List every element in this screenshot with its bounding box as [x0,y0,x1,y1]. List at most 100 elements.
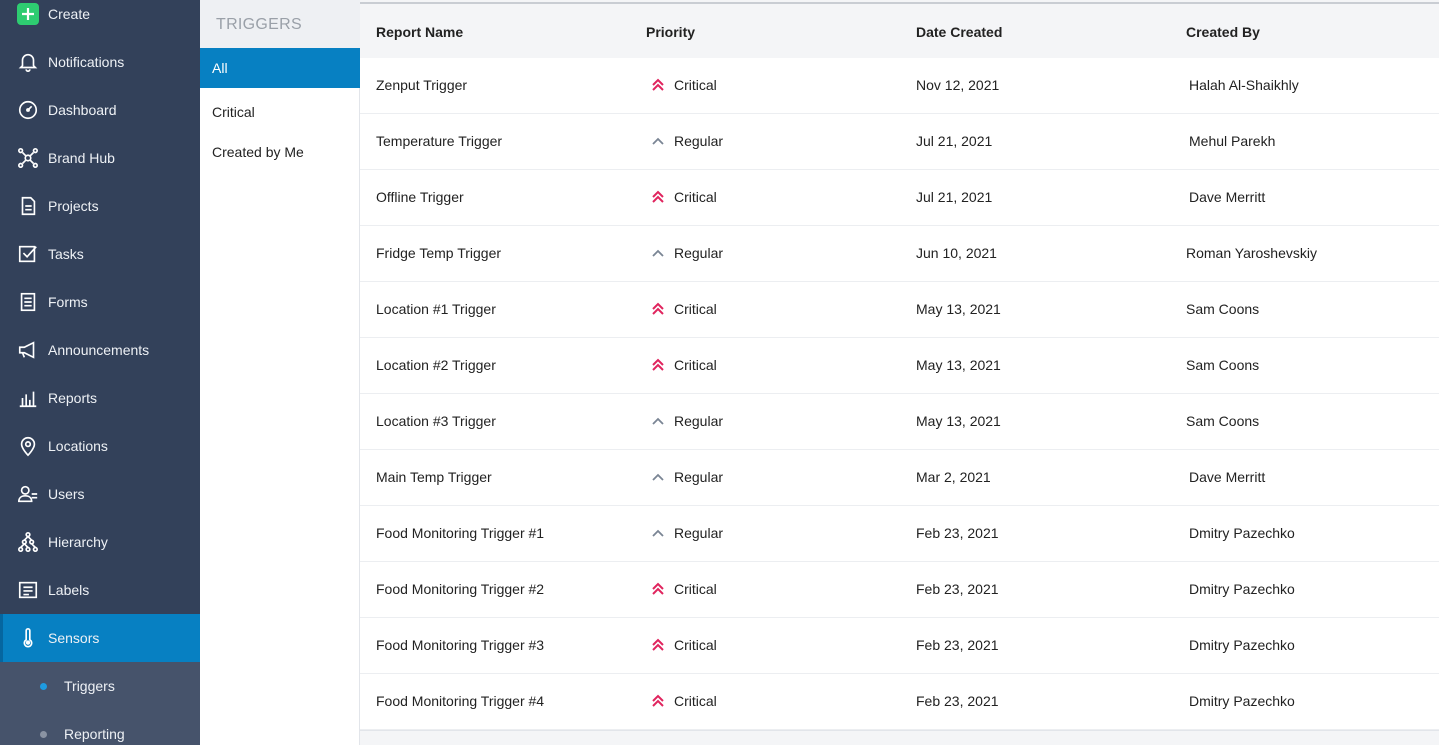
priority-label: Critical [674,357,717,373]
priority-cell: Critical [650,301,717,317]
table-row[interactable]: Food Monitoring Trigger #1 Regular Feb 23,… [360,506,1439,562]
megaphone-icon [16,338,40,362]
table-row[interactable]: Zenput Trigger Critical Nov 12, 2021 Halah … [360,58,1439,114]
nav-create[interactable]: Create [0,0,200,38]
dot-icon [40,682,47,690]
label-icon [16,578,40,602]
chevron-up-icon [650,413,666,429]
subnav-reporting[interactable]: Reporting [0,710,200,745]
nav-announcements[interactable]: Announcements [0,326,200,374]
date-created-cell: Nov 12, 2021 [916,77,1000,93]
double-chevron-up-icon [650,357,666,373]
priority-label: Regular [674,469,724,485]
nav-tasks[interactable]: Tasks [0,230,200,278]
nav-labels[interactable]: Labels [0,566,200,614]
nav-label: Brand Hub [48,150,115,166]
date-created-cell: Feb 23, 2021 [916,525,999,541]
nav-users[interactable]: Users [0,470,200,518]
nav-label: Notifications [48,54,125,70]
bell-icon [16,50,40,74]
nav-label: Hierarchy [48,534,108,550]
nav-label: Sensors [48,630,100,646]
report-name-cell[interactable]: Food Monitoring Trigger #3 [376,637,544,653]
priority-cell: Regular [650,245,723,261]
nav-notifications[interactable]: Notifications [0,38,200,86]
sensors-subnav: Triggers Reporting [0,662,200,745]
report-name-cell[interactable]: Zenput Trigger [376,77,467,93]
report-name-cell[interactable]: Main Temp Trigger [376,469,492,485]
priority-cell: Regular [650,133,723,149]
priority-label: Critical [674,581,717,597]
table-row[interactable]: Location #2 Trigger Critical May 13, 2021 S… [360,338,1439,394]
column-header-report-name[interactable]: Report Name [376,24,463,40]
double-chevron-up-icon [650,637,666,653]
plus-square-icon [16,2,40,26]
table-row[interactable]: Food Monitoring Trigger #4 Critical Feb 23… [360,674,1439,730]
double-chevron-up-icon [650,77,666,93]
table-row[interactable]: Location #3 Trigger Regular May 13, 2021 Sa… [360,394,1439,450]
date-created-cell: Feb 23, 2021 [916,637,999,653]
nav-locations[interactable]: Locations [0,422,200,470]
priority-label: Critical [674,189,717,205]
filter-created-by-me[interactable]: Created by Me [200,132,360,172]
priority-cell: Critical [650,693,717,709]
document-icon [16,194,40,218]
gauge-icon [16,98,40,122]
nav-label: Reports [48,390,98,406]
table-row[interactable]: Food Monitoring Trigger #3 Critical Feb 23… [360,618,1439,674]
nav-dashboard[interactable]: Dashboard [0,86,200,134]
report-name-cell[interactable]: Location #3 Trigger [376,413,496,429]
column-header-priority[interactable]: Priority [646,24,695,40]
filter-label: Critical [212,104,255,120]
column-header-date-created[interactable]: Date Created [916,24,1002,40]
nav-reports[interactable]: Reports [0,374,200,422]
nav-label: Locations [48,438,108,454]
filter-title: TRIGGERS [216,16,302,33]
report-name-cell[interactable]: Offline Trigger [376,189,464,205]
report-name-cell[interactable]: Location #2 Trigger [376,357,496,373]
nav-brand-hub[interactable]: Brand Hub [0,134,200,182]
table-row[interactable]: Temperature Trigger Regular Jul 21, 2021 Me… [360,114,1439,170]
double-chevron-up-icon [650,693,666,709]
report-name-cell[interactable]: Temperature Trigger [376,133,502,149]
table-header: Report Name Priority Date Created Create… [360,4,1439,58]
priority-cell: Critical [650,637,717,653]
chevron-up-icon [650,133,666,149]
created-by-cell: Sam Coons [1186,413,1260,429]
priority-label: Critical [674,637,717,653]
report-name-cell[interactable]: Food Monitoring Trigger #4 [376,693,544,709]
priority-label: Critical [674,77,717,93]
table-row[interactable]: Offline Trigger Critical Jul 21, 2021 Dave … [360,170,1439,226]
report-name-cell[interactable]: Food Monitoring Trigger #2 [376,581,544,597]
filter-critical[interactable]: Critical [200,92,360,132]
priority-cell: Regular [650,469,723,485]
report-name-cell[interactable]: Fridge Temp Trigger [376,245,501,261]
subnav-triggers[interactable]: Triggers [0,662,200,710]
triggers-table: Report Name Priority Date Created Create… [360,2,1439,731]
report-name-cell[interactable]: Food Monitoring Trigger #1 [376,525,544,541]
date-created-cell: Mar 2, 2021 [916,469,991,485]
column-header-created-by[interactable]: Created By [1186,24,1260,40]
table-row[interactable]: Food Monitoring Trigger #2 Critical Feb 23… [360,562,1439,618]
priority-label: Regular [674,525,724,541]
nav-sensors[interactable]: Sensors [0,614,200,662]
table-row[interactable]: Fridge Temp Trigger Regular Jun 10, 2021 Ro… [360,226,1439,282]
report-name-cell[interactable]: Location #1 Trigger [376,301,496,317]
table-row[interactable]: Main Temp Trigger Regular Mar 2, 2021 Dave … [360,450,1439,506]
priority-label: Regular [674,133,724,149]
nav-hierarchy[interactable]: Hierarchy [0,518,200,566]
nav-label: Forms [48,294,88,310]
nav-label: Labels [48,582,90,598]
created-by-cell: Sam Coons [1186,357,1260,373]
form-icon [16,290,40,314]
priority-cell: Critical [650,581,717,597]
created-by-cell: Dmitry Pazechko [1189,581,1295,597]
filter-label: All [212,60,228,76]
table-row[interactable]: Location #1 Trigger Critical May 13, 2021 S… [360,282,1439,338]
date-created-cell: May 13, 2021 [916,301,1001,317]
nav-forms[interactable]: Forms [0,278,200,326]
date-created-cell: Feb 23, 2021 [916,581,999,597]
date-created-cell: Jun 10, 2021 [916,245,997,261]
filter-all[interactable]: All [200,48,360,88]
nav-projects[interactable]: Projects [0,182,200,230]
